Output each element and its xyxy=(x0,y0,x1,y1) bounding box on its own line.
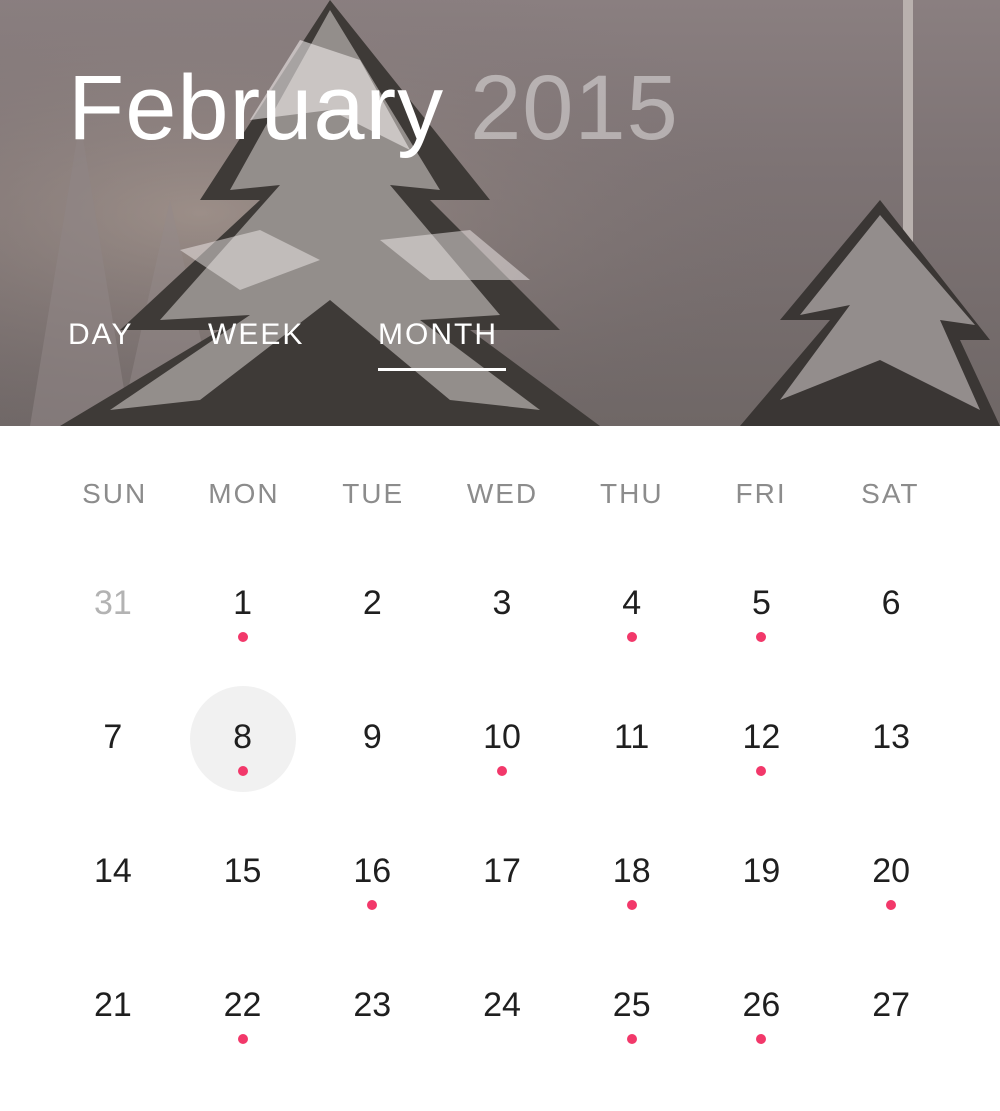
month-day-grid: 31 1 2 3 4 5 6 7 8 9 10 11 12 13 14 15 16 17 18 19 20 21 22 23 2… xyxy=(48,554,956,1090)
weekday-mon: MON xyxy=(208,478,280,509)
day-number: 8 xyxy=(233,718,253,756)
day-cell[interactable]: 6 xyxy=(826,554,956,688)
day-number: 9 xyxy=(362,718,382,756)
day-number: 11 xyxy=(614,718,650,756)
day-number: 12 xyxy=(742,718,781,756)
day-number: 24 xyxy=(483,986,521,1024)
day-cell[interactable]: 14 xyxy=(48,822,178,956)
day-cell[interactable]: 3 xyxy=(437,554,567,688)
day-number: 31 xyxy=(93,584,132,622)
day-cell-selected[interactable]: 8 xyxy=(178,686,308,822)
day-cell[interactable]: 11 xyxy=(567,688,697,822)
day-number: 15 xyxy=(223,852,262,890)
day-number: 27 xyxy=(872,986,911,1024)
day-cell[interactable]: 23 xyxy=(307,956,437,1090)
day-cell[interactable]: 20 xyxy=(826,822,956,956)
event-dot-icon xyxy=(367,900,378,910)
day-number: 2 xyxy=(362,584,382,622)
day-cell[interactable]: 7 xyxy=(48,688,178,822)
tab-week[interactable]: WEEK xyxy=(208,318,304,352)
weekday-header: SUN MON TUE WED THU FRI SAT xyxy=(50,478,955,528)
day-cell[interactable]: 27 xyxy=(826,956,956,1090)
day-cell[interactable]: 16 xyxy=(307,822,437,956)
day-number: 10 xyxy=(483,718,521,756)
year-label: 2015 xyxy=(470,57,679,159)
active-tab-underline xyxy=(378,368,506,371)
day-cell[interactable]: 21 xyxy=(48,956,178,1090)
weekday-sun: SUN xyxy=(82,478,148,509)
day-number: 7 xyxy=(103,718,123,756)
day-number: 6 xyxy=(881,584,901,622)
day-number: 5 xyxy=(751,584,771,622)
day-cell[interactable]: 5 xyxy=(697,554,827,688)
tab-day[interactable]: DAY xyxy=(68,318,133,352)
day-number: 3 xyxy=(492,584,512,622)
day-number: 19 xyxy=(742,852,781,890)
day-number: 26 xyxy=(742,986,781,1024)
day-number: 18 xyxy=(612,852,651,890)
event-dot-icon xyxy=(756,632,767,642)
event-dot-icon xyxy=(756,1034,767,1044)
day-cell[interactable]: 13 xyxy=(826,688,956,822)
weekday-fri: FRI xyxy=(735,478,787,509)
day-number: 20 xyxy=(872,852,911,890)
day-cell[interactable]: 25 xyxy=(567,956,697,1090)
weekday-sat: SAT xyxy=(861,478,920,509)
month-label: February xyxy=(68,57,445,159)
month-year-title: February 2015 xyxy=(68,62,679,154)
day-number: 17 xyxy=(483,852,521,890)
day-cell[interactable]: 26 xyxy=(697,956,827,1090)
event-dot-icon xyxy=(886,900,897,910)
day-number: 23 xyxy=(353,986,392,1024)
day-number: 22 xyxy=(223,986,262,1024)
event-dot-icon xyxy=(626,632,637,642)
tab-month[interactable]: MONTH xyxy=(378,318,498,352)
day-number: 13 xyxy=(872,718,911,756)
day-number: 1 xyxy=(233,584,253,622)
day-cell[interactable]: 1 xyxy=(178,554,308,688)
event-dot-icon xyxy=(496,766,507,776)
day-number: 14 xyxy=(93,852,132,890)
header-banner: February 2015 DAY WEEK MONTH xyxy=(0,0,1000,426)
day-number: 25 xyxy=(612,986,651,1024)
event-dot-icon xyxy=(756,766,767,776)
calendar-app: February 2015 DAY WEEK MONTH SUN MON TUE … xyxy=(0,0,1000,1111)
day-cell[interactable]: 12 xyxy=(697,688,827,822)
event-dot-icon xyxy=(237,766,248,776)
day-cell[interactable]: 9 xyxy=(307,688,437,822)
day-cell[interactable]: 2 xyxy=(307,554,437,688)
weekday-tue: TUE xyxy=(342,478,405,509)
day-number: 4 xyxy=(622,584,642,622)
day-number: 16 xyxy=(353,852,392,890)
day-cell[interactable]: 17 xyxy=(437,822,567,956)
day-cell[interactable]: 15 xyxy=(178,822,308,956)
day-cell[interactable]: 10 xyxy=(437,688,567,822)
day-cell[interactable]: 31 xyxy=(48,554,178,688)
weekday-wed: WED xyxy=(466,478,539,509)
day-cell[interactable]: 24 xyxy=(437,956,567,1090)
event-dot-icon xyxy=(237,1034,248,1044)
day-cell[interactable]: 22 xyxy=(178,956,308,1090)
event-dot-icon xyxy=(237,632,248,642)
day-cell[interactable]: 4 xyxy=(567,554,697,688)
day-cell[interactable]: 18 xyxy=(567,822,697,956)
event-dot-icon xyxy=(626,900,637,910)
day-number: 21 xyxy=(93,986,132,1024)
day-cell[interactable]: 19 xyxy=(697,822,827,956)
event-dot-icon xyxy=(626,1034,637,1044)
weekday-thu: THU xyxy=(600,478,664,509)
